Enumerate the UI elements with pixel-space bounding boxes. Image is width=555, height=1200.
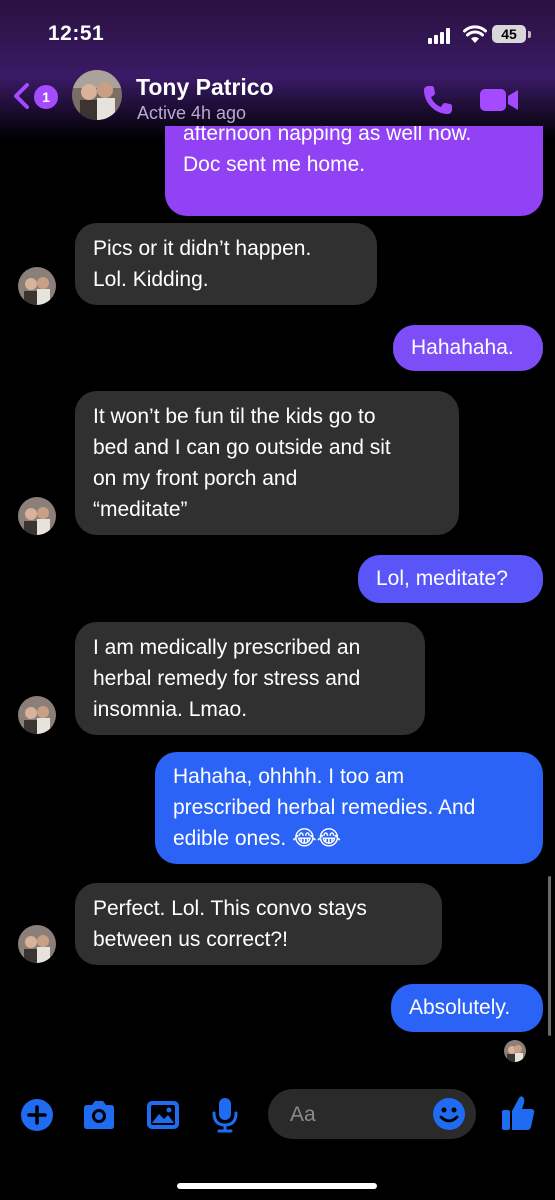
contact-avatar[interactable]: [72, 70, 122, 120]
video-camera-icon[interactable]: [478, 84, 520, 116]
conversation-header: 1 Tony Patrico Active 4h ago: [0, 64, 555, 126]
sender-avatar[interactable]: [18, 267, 56, 305]
sender-avatar[interactable]: [18, 696, 56, 734]
message-thread[interactable]: afternoon napping as well now. Doc sent …: [0, 126, 555, 1070]
camera-icon[interactable]: [80, 1098, 118, 1132]
image-icon[interactable]: [145, 1098, 181, 1132]
phone-icon[interactable]: [420, 82, 456, 118]
microphone-icon[interactable]: [210, 1096, 240, 1134]
battery-tip: [528, 31, 531, 38]
message-composer: [0, 1080, 555, 1150]
wifi-icon: [463, 25, 487, 43]
message-outgoing[interactable]: afternoon napping as well now. Doc sent …: [165, 126, 543, 216]
sender-avatar[interactable]: [18, 925, 56, 963]
contact-active-status: Active 4h ago: [137, 103, 247, 123]
message-input[interactable]: [288, 1097, 432, 1133]
message-incoming[interactable]: It won’t be fun til the kids go to bed a…: [75, 391, 459, 535]
message-incoming[interactable]: Pics or it didn’t happen. Lol. Kidding.: [75, 223, 377, 305]
message-outgoing[interactable]: Hahaha, ohhhh. I too am prescribed herba…: [155, 752, 543, 864]
message-outgoing[interactable]: Lol, meditate?: [358, 555, 543, 603]
battery-indicator: 45: [492, 25, 526, 43]
back-button[interactable]: 1: [10, 80, 62, 114]
message-input-container[interactable]: [268, 1089, 476, 1139]
message-outgoing[interactable]: Absolutely.: [391, 984, 543, 1032]
contact-name[interactable]: Tony Patrico: [136, 74, 274, 101]
message-incoming[interactable]: Perfect. Lol. This convo stays between u…: [75, 883, 442, 965]
status-bar: 12:51 45: [0, 0, 555, 64]
sender-avatar[interactable]: [18, 497, 56, 535]
thumbs-up-icon[interactable]: [500, 1094, 536, 1132]
chevron-left-icon: [14, 83, 29, 109]
emoji-icon[interactable]: [432, 1097, 466, 1131]
status-time: 12:51: [48, 22, 105, 45]
message-outgoing[interactable]: Hahahaha.: [393, 325, 543, 371]
plus-circle-icon[interactable]: [20, 1098, 54, 1132]
cellular-signal-icon: [428, 28, 454, 44]
read-receipt-avatar: [504, 1040, 526, 1062]
message-incoming[interactable]: I am medically prescribed an herbal reme…: [75, 622, 425, 735]
home-indicator[interactable]: [177, 1183, 377, 1189]
scrollbar[interactable]: [548, 876, 551, 1036]
unread-count-badge: 1: [34, 85, 58, 109]
